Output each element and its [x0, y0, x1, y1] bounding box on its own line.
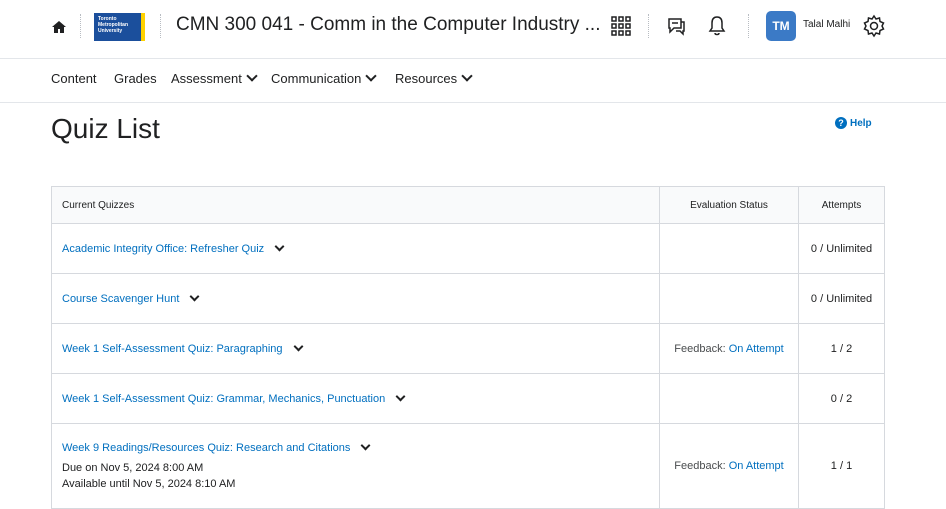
nav-resources[interactable]: Resources: [395, 70, 473, 86]
chevron-down-icon[interactable]: [360, 440, 371, 451]
quiz-table: Current Quizzes Evaluation Status Attemp…: [51, 186, 885, 509]
attempts: 0 / Unlimited: [798, 223, 885, 274]
page-title: Quiz List: [51, 113, 160, 144]
bell-icon[interactable]: [705, 14, 729, 38]
column-header: Attempts: [798, 186, 885, 224]
user-name[interactable]: Talal Malhi: [803, 19, 850, 30]
gear-icon[interactable]: [862, 14, 886, 38]
quiz-link[interactable]: Week 9 Readings/Resources Quiz: Research…: [62, 442, 350, 454]
column-header: Evaluation Status: [659, 186, 799, 224]
chevron-down-icon[interactable]: [395, 391, 406, 401]
feedback-link[interactable]: On Attempt: [729, 343, 784, 355]
chevron-down-icon[interactable]: [274, 241, 285, 251]
nav-assessment[interactable]: Assessment: [171, 70, 258, 86]
nav-communication[interactable]: Communication: [271, 70, 377, 86]
attempts: 1 / 2: [798, 323, 885, 374]
course-nav: Content Grades Assessment Communication …: [0, 59, 946, 103]
avatar[interactable]: TM: [766, 11, 796, 41]
chat-icon[interactable]: [664, 14, 688, 38]
chevron-down-icon: [365, 70, 377, 82]
attempts: 0 / 2: [798, 373, 885, 424]
table-row: Course Scavenger Hunt 0 / Unlimited: [51, 273, 885, 324]
chevron-down-icon: [461, 70, 473, 82]
evaluation-status: [659, 223, 799, 274]
table-row: Academic Integrity Office: Refresher Qui…: [51, 223, 885, 274]
chevron-down-icon: [246, 70, 258, 82]
nav-content[interactable]: Content: [51, 71, 97, 86]
divider: [80, 14, 82, 38]
quiz-link[interactable]: Week 1 Self-Assessment Quiz: Paragraphin…: [62, 343, 283, 355]
divider: [748, 14, 750, 38]
quiz-link[interactable]: Academic Integrity Office: Refresher Qui…: [62, 243, 264, 255]
quiz-link[interactable]: Week 1 Self-Assessment Quiz: Grammar, Me…: [62, 393, 385, 405]
quiz-link[interactable]: Course Scavenger Hunt: [62, 293, 179, 305]
availability: Available until Nov 5, 2024 8:10 AM: [62, 478, 236, 490]
attempts: 0 / Unlimited: [798, 273, 885, 324]
table-row: Week 1 Self-Assessment Quiz: Paragraphin…: [51, 323, 885, 374]
top-bar: Toronto Metropolitan University CMN 300 …: [0, 0, 946, 59]
help-icon: ?: [835, 117, 847, 129]
chevron-down-icon[interactable]: [189, 291, 200, 301]
nav-grades[interactable]: Grades: [114, 71, 157, 86]
divider: [648, 14, 650, 38]
column-header: Current Quizzes: [51, 186, 660, 224]
course-title[interactable]: CMN 300 041 - Comm in the Computer Indus…: [176, 14, 601, 36]
table-header-row: Current Quizzes Evaluation Status Attemp…: [51, 186, 885, 224]
due-date: Due on Nov 5, 2024 8:00 AM: [62, 462, 204, 474]
university-logo[interactable]: Toronto Metropolitan University: [94, 13, 145, 41]
home-icon[interactable]: [50, 18, 68, 36]
table-row: Week 1 Self-Assessment Quiz: Grammar, Me…: [51, 373, 885, 424]
chevron-down-icon[interactable]: [293, 341, 303, 351]
evaluation-status: [659, 373, 799, 424]
divider: [160, 14, 162, 38]
grid-icon[interactable]: [609, 14, 633, 38]
evaluation-status: [659, 273, 799, 324]
evaluation-status: Feedback: On Attempt: [659, 323, 799, 374]
feedback-link[interactable]: On Attempt: [729, 460, 784, 472]
help-link[interactable]: ? Help: [835, 117, 872, 129]
